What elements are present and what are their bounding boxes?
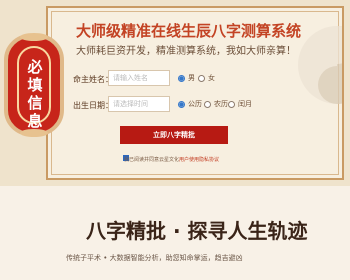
section-subtitle: 传统子平术 • 大数据智能分析，助您知命掌运，趋吉避凶 (66, 254, 243, 262)
radio-unchecked-icon (198, 74, 205, 82)
ribbon-cap-top (20, 33, 48, 41)
calendar-lunar-radio[interactable]: 农历 (204, 99, 228, 109)
radio-unchecked-icon (204, 100, 211, 108)
birth-label: 出生日期： (73, 101, 113, 110)
ribbon-cap-bottom (20, 129, 48, 137)
page-subtitle: 大师耗巨资开发，精准测算系统，我如大师亲算！ (76, 46, 296, 57)
agreement-prefix: 我已阅读并同意云星文化 (124, 157, 180, 163)
name-label: 命主姓名： (73, 75, 113, 84)
required-ribbon: 必填信息 (4, 33, 64, 137)
birth-input[interactable]: 请选择时间 (108, 96, 170, 112)
name-input[interactable]: 请输入姓名 (108, 70, 170, 86)
section-title: 八字精批 · 探寻人生轨迹 (86, 219, 308, 243)
ribbon-text: 必填信息 (27, 58, 43, 130)
submit-button[interactable]: 立即八字精批 (120, 126, 228, 144)
yin-yang-decoration (298, 26, 342, 104)
agreement-text: 我已阅读并同意云星文化用户使用隐私协议 (124, 156, 219, 163)
calendar-solar-label: 公历 (188, 100, 202, 108)
gender-female-label: 女 (208, 74, 215, 82)
calendar-lunar-label: 农历 (214, 100, 228, 108)
radio-unchecked-icon (228, 100, 235, 108)
radio-checked-icon (178, 74, 185, 82)
page-title: 大师级精准在线生辰八字测算系统 (76, 22, 302, 40)
gender-male-radio[interactable]: 男 (178, 73, 195, 83)
radio-checked-icon (178, 100, 185, 108)
calendar-leap-label: 闰月 (238, 100, 252, 108)
gender-female-radio[interactable]: 女 (198, 73, 215, 83)
calendar-leap-radio[interactable]: 闰月 (228, 99, 252, 109)
agreement-link[interactable]: 用户使用隐私协议 (179, 157, 219, 163)
calendar-solar-radio[interactable]: 公历 (178, 99, 202, 109)
gender-male-label: 男 (188, 74, 195, 82)
